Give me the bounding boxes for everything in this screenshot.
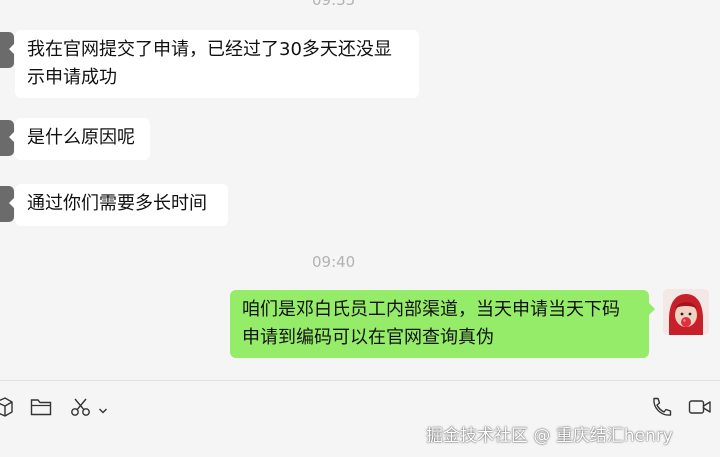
message-bubble-incoming[interactable]: 我在官网提交了申请，已经过了30多天还没显 示申请成功 bbox=[9, 30, 419, 98]
avatar[interactable] bbox=[663, 289, 709, 335]
chevron-down-icon[interactable] bbox=[98, 401, 108, 420]
chat-history[interactable]: 09:35 我在官网提交了申请，已经过了30多天还没显 示申请成功 是什么原因呢… bbox=[0, 0, 720, 380]
message-text: 是什么原因呢 bbox=[27, 127, 135, 148]
timestamp: 09:40 bbox=[312, 253, 356, 271]
watermark-text: 掘金技术社区 @ 重庆结汇henry bbox=[426, 426, 673, 446]
phone-icon[interactable] bbox=[650, 397, 672, 421]
folder-icon[interactable] bbox=[30, 397, 52, 421]
message-text: 示申请成功 bbox=[27, 67, 117, 88]
video-icon[interactable] bbox=[688, 397, 712, 421]
message-bubble-outgoing[interactable]: 咱们是邓白氏员工内部渠道，当天申请当天下码 申请到编码可以在官网查询真伪 bbox=[230, 290, 655, 358]
cube-icon[interactable] bbox=[0, 397, 14, 421]
message-text: 通过你们需要多长时间 bbox=[27, 193, 207, 214]
message-bubble-incoming[interactable]: 通过你们需要多长时间 bbox=[9, 184, 228, 226]
scissors-icon[interactable] bbox=[70, 397, 92, 421]
message-text: 咱们是邓白氏员工内部渠道，当天申请当天下码 bbox=[242, 299, 620, 320]
timestamp: 09:35 bbox=[312, 0, 356, 9]
message-bubble-incoming[interactable]: 是什么原因呢 bbox=[9, 118, 150, 160]
message-text: 我在官网提交了申请，已经过了30多天还没显 bbox=[27, 39, 392, 60]
message-text: 申请到编码可以在官网查询真伪 bbox=[242, 327, 494, 348]
